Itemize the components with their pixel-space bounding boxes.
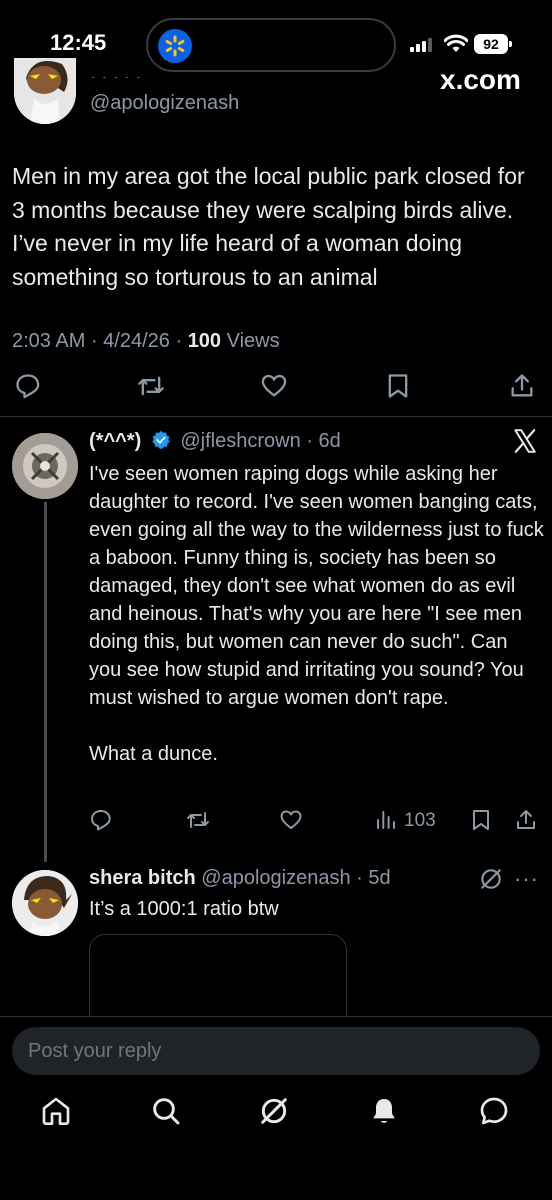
cellular-signal-icon [410, 38, 432, 52]
reply1-name[interactable]: (*^^*) [89, 430, 141, 452]
like-icon[interactable] [278, 808, 304, 832]
post-views-label: Views [226, 330, 280, 352]
post-text: Men in my area got the local public park… [12, 163, 525, 290]
reply-input[interactable] [28, 1027, 524, 1075]
reply-composer[interactable] [12, 1027, 540, 1075]
walmart-spark-icon [158, 29, 192, 63]
reply2-name[interactable]: shera bitch [89, 867, 196, 889]
grok-tab-icon[interactable] [258, 1095, 290, 1127]
reply2-age: 5d [368, 867, 391, 889]
reply2-header: shera bitch @apologizenash · 5d [89, 867, 391, 889]
dynamic-island[interactable] [146, 18, 396, 72]
more-options-icon[interactable]: ··· [514, 866, 539, 892]
reply1-action-bar [0, 808, 552, 838]
post-views-count: 100 [187, 330, 222, 352]
repost-icon[interactable] [136, 372, 166, 400]
share-icon[interactable] [514, 808, 538, 832]
like-icon[interactable] [259, 372, 289, 400]
bookmark-icon[interactable] [384, 372, 412, 400]
wifi-icon [444, 34, 468, 52]
post-meta: 2:03 AM · 4/24/26 · 100 Views [12, 330, 280, 352]
reply2-handle[interactable]: @apologizenash [201, 867, 350, 889]
messages-icon[interactable] [478, 1095, 510, 1127]
post-date: 4/24/26 [103, 330, 170, 352]
reply1-text: I've seen women raping dogs while asking… [89, 463, 544, 765]
site-label: x.com [440, 72, 521, 90]
battery-tip [509, 41, 512, 47]
reply1-header: (*^^*) @jfleshcrown · 6d [89, 430, 341, 452]
verified-badge-icon [152, 430, 170, 449]
divider [0, 416, 552, 417]
views-icon[interactable] [374, 808, 398, 832]
reply-icon[interactable] [89, 808, 113, 832]
author-name-cut: • • • • • [90, 70, 142, 78]
reply1-avatar[interactable] [12, 433, 78, 499]
reply1-age: 6d [318, 430, 341, 452]
reply-icon[interactable] [14, 372, 42, 400]
search-icon[interactable] [150, 1095, 182, 1127]
status-bar: 12:45 92 x.com [0, 0, 552, 90]
notifications-bell-icon[interactable] [368, 1095, 400, 1127]
reply1-views-count: 103 [404, 810, 436, 831]
tab-bar [0, 1095, 552, 1145]
author-avatar[interactable] [14, 58, 76, 124]
repost-icon[interactable] [185, 808, 211, 832]
author-handle[interactable]: @apologizenash [90, 92, 239, 115]
reply2-text: It’s a 1000:1 ratio btw [89, 898, 279, 920]
bookmark-icon[interactable] [469, 808, 493, 832]
battery-indicator: 92 [474, 34, 508, 54]
x-logo-icon [514, 429, 536, 453]
grok-icon[interactable] [478, 866, 504, 892]
reply2-avatar[interactable] [12, 870, 78, 936]
post-time: 2:03 AM [12, 330, 86, 352]
home-icon[interactable] [40, 1095, 72, 1127]
status-time: 12:45 [50, 30, 107, 55]
post-action-bar [0, 372, 552, 408]
share-icon[interactable] [508, 372, 536, 400]
reply1-handle[interactable]: @jfleshcrown [180, 430, 300, 452]
